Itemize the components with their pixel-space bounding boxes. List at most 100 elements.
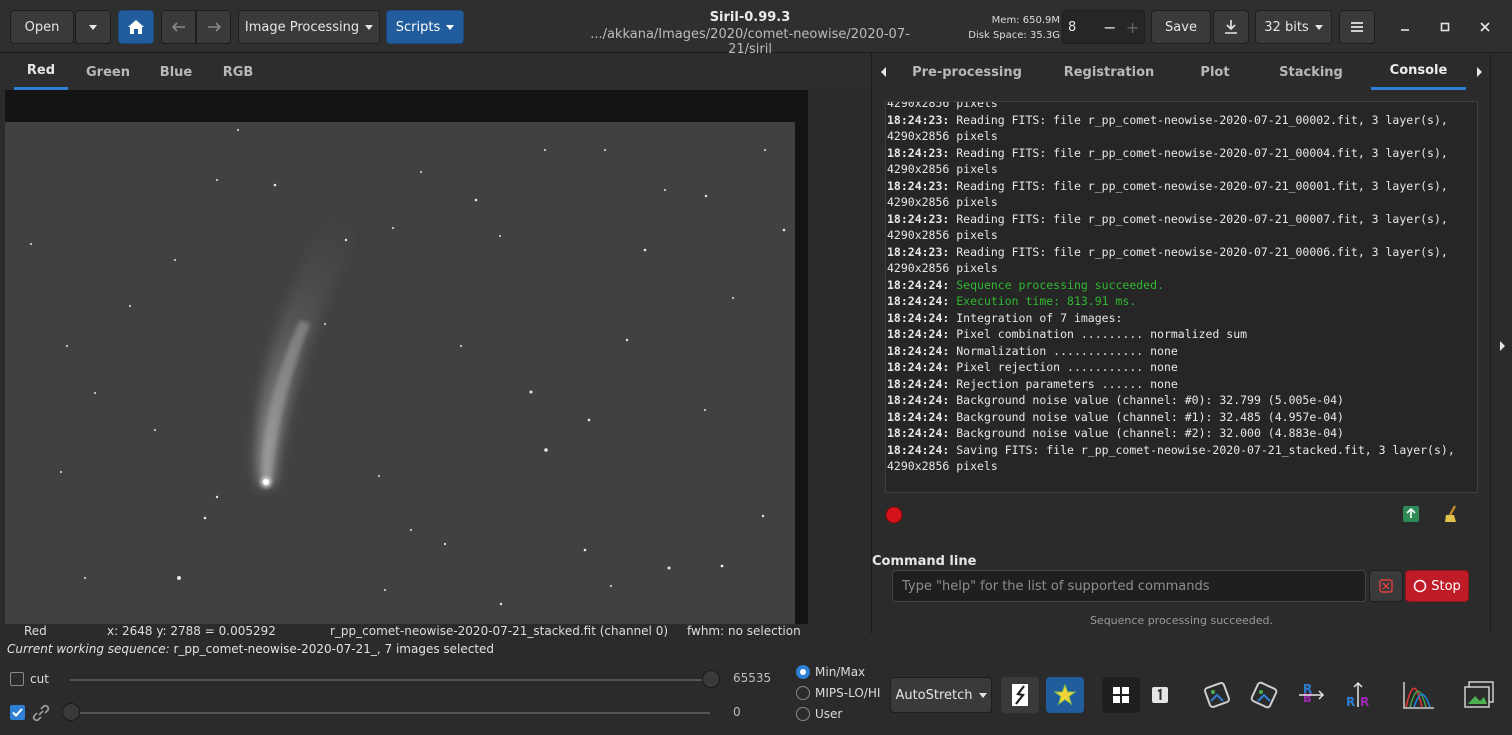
stop-button[interactable]: Stop — [1405, 570, 1469, 602]
undo-icon — [171, 22, 185, 32]
tab-rgb[interactable]: RGB — [216, 54, 260, 90]
redo-button[interactable] — [196, 10, 231, 44]
memory-usage: Mem: 650.9M — [991, 15, 1060, 26]
status-channel: Red — [24, 624, 47, 638]
console-line: 18:24:23: Reading FITS: file r_pp_comet-… — [886, 178, 1477, 211]
low-value[interactable]: 0 — [733, 705, 741, 719]
tab-red[interactable]: Red — [14, 54, 68, 90]
console-line: 18:24:23: Reading FITS: file r_pp_comet-… — [886, 145, 1477, 178]
threads-spinner[interactable]: 8 − + — [1062, 10, 1145, 44]
threads-value[interactable]: 8 — [1068, 20, 1098, 35]
grid-view-button[interactable] — [1102, 677, 1140, 713]
scripts-menu[interactable]: Scripts — [386, 10, 464, 44]
single-view-button[interactable] — [1141, 677, 1179, 713]
rotate-left-button[interactable] — [1198, 677, 1236, 713]
radio-minmax-label: Min/Max — [815, 665, 866, 679]
clear-command-button[interactable] — [1369, 570, 1403, 602]
chevron-down-icon — [89, 24, 97, 30]
tab-console[interactable]: Console — [1371, 54, 1466, 90]
console-message: Rejection parameters ...... none — [956, 376, 1178, 391]
high-slider-knob[interactable] — [702, 670, 720, 688]
image-status-bar: Red x: 2648 y: 2788 = 0.005292 r_pp_come… — [0, 622, 870, 640]
status-coords: x: 2648 y: 2788 = 0.005292 — [107, 624, 276, 638]
console-message: Pixel combination ......... normalized s… — [956, 327, 1248, 341]
console-message: Background noise value (channel: #0): 32… — [956, 393, 1344, 407]
maximize-button[interactable] — [1432, 10, 1458, 44]
save-button[interactable]: Save — [1151, 10, 1211, 44]
undo-button[interactable] — [161, 10, 196, 44]
right-panel: Pre-processing Registration Plot Stackin… — [871, 54, 1490, 634]
scripts-label: Scripts — [395, 19, 441, 35]
false-color-button[interactable] — [1046, 677, 1084, 713]
high-value[interactable]: 65535 — [733, 671, 771, 685]
close-button[interactable] — [1472, 10, 1498, 44]
stop-label: Stop — [1431, 578, 1461, 594]
tab-plot[interactable]: Plot — [1190, 54, 1240, 90]
command-input[interactable] — [892, 570, 1366, 602]
broom-icon — [1445, 505, 1457, 522]
minimize-button[interactable] — [1392, 10, 1418, 44]
tab-stacking[interactable]: Stacking — [1274, 54, 1348, 90]
tab-registration[interactable]: Registration — [1058, 54, 1160, 90]
radio-user[interactable] — [796, 707, 810, 721]
home-button[interactable] — [118, 10, 154, 44]
decrement-icon[interactable]: − — [1098, 18, 1121, 37]
image-viewport[interactable] — [5, 90, 808, 624]
cut-checkbox[interactable] — [10, 672, 24, 686]
header-bar: Open Image Processing Scripts Siril-0.99… — [0, 0, 1512, 57]
low-slider-track[interactable] — [70, 712, 710, 714]
link-checkbox[interactable] — [10, 705, 25, 720]
image-browser-button[interactable] — [1460, 677, 1498, 713]
save-as-button[interactable] — [1213, 10, 1249, 44]
negative-view-button[interactable] — [1001, 677, 1039, 713]
console-message: Integration of 7 images: — [956, 310, 1123, 325]
console-line: 18:24:24: Saving FITS: file r_pp_comet-n… — [886, 442, 1477, 475]
image-processing-menu[interactable]: Image Processing — [238, 10, 380, 44]
tab-green[interactable]: Green — [82, 54, 134, 90]
chevron-right-icon[interactable] — [1498, 341, 1506, 351]
chevron-down-icon — [978, 692, 987, 698]
redo-icon — [207, 22, 221, 32]
checkmark-icon — [12, 708, 23, 717]
high-slider-track[interactable] — [70, 679, 710, 681]
console-message: Reading FITS: file r_pp_comet-neowise-20… — [887, 244, 1455, 276]
bitdepth-menu[interactable]: 32 bits — [1255, 10, 1332, 44]
console-timestamp: 18:24:24: — [887, 409, 950, 424]
low-slider-knob[interactable] — [62, 703, 80, 721]
console-line: 18:24:24: Sequence processing succeeded. — [886, 277, 1477, 294]
rotate-right-button[interactable] — [1245, 677, 1283, 713]
open-recent-dropdown[interactable] — [75, 10, 111, 44]
svg-text:R: R — [1346, 695, 1355, 709]
radio-minmax[interactable] — [796, 665, 810, 679]
radio-mips[interactable] — [796, 686, 810, 700]
status-fwhm: fwhm: no selection — [687, 624, 801, 638]
minimize-icon — [1401, 29, 1409, 31]
stretch-menu[interactable]: AutoStretch — [890, 677, 992, 713]
app-title: Siril-0.99.3 — [709, 10, 791, 25]
home-icon — [128, 20, 144, 34]
svg-text:R: R — [1303, 690, 1312, 704]
tabs-scroll-left[interactable] — [872, 54, 896, 90]
console-line: 18:24:24: Pixel combination ......... no… — [886, 326, 1477, 343]
open-button[interactable]: Open — [10, 10, 74, 44]
console-message: Reading FITS: file r_pp_comet-neowise-20… — [887, 145, 1455, 177]
working-sequence-label: Current working sequence: — [7, 642, 170, 656]
clear-log-button[interactable] — [1441, 503, 1465, 527]
increment-icon[interactable]: + — [1121, 18, 1144, 37]
mirror-x-button[interactable]: RR — [1292, 677, 1330, 713]
export-log-button[interactable] — [1400, 503, 1424, 527]
console-timestamp: 18:24:23: — [887, 244, 950, 259]
console-message: Sequence processing succeeded. — [956, 277, 1164, 292]
histogram-button[interactable] — [1400, 677, 1438, 713]
console-log[interactable]: 4290x2856 pixels 18:24:23: Reading FITS: … — [885, 101, 1478, 493]
image-processing-label: Image Processing — [244, 19, 360, 35]
tab-pre-processing[interactable]: Pre-processing — [908, 54, 1026, 90]
main-menu-button[interactable] — [1339, 10, 1375, 44]
mirror-y-button[interactable]: RR — [1339, 677, 1377, 713]
tab-blue[interactable]: Blue — [152, 54, 200, 90]
console-message: Saving FITS: file r_pp_comet-neowise-202… — [887, 442, 1462, 474]
console-line: 18:24:24: Background noise value (channe… — [886, 392, 1477, 409]
console-status-led — [885, 506, 903, 528]
console-line: 18:24:24: Integration of 7 images: — [886, 310, 1477, 327]
tabs-scroll-right[interactable] — [1467, 54, 1491, 90]
